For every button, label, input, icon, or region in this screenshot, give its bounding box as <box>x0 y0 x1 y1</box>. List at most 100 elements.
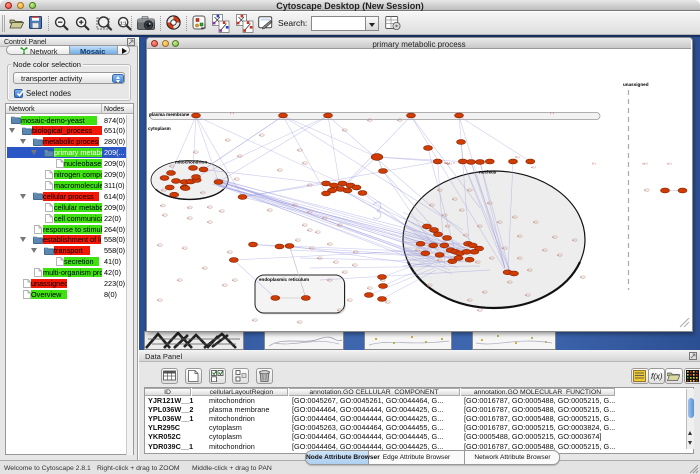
svg-text:x(-): x(-) <box>487 201 492 205</box>
svg-text:x(-): x(-) <box>367 286 372 290</box>
svg-text:x(-): x(-) <box>307 228 312 232</box>
svg-text:x(-): x(-) <box>552 235 557 239</box>
svg-text:x(-): x(-) <box>259 133 264 137</box>
svg-text:x(-): x(-) <box>267 208 272 212</box>
svg-text:x(-): x(-) <box>572 238 577 242</box>
svg-text:x(-): x(-) <box>232 278 237 282</box>
svg-text:x(-): x(-) <box>307 210 312 214</box>
svg-text:x(-): x(-) <box>429 203 434 207</box>
svg-text:g(-): g(-) <box>447 161 452 165</box>
svg-text:x(-): x(-) <box>482 290 487 294</box>
svg-text:x(-): x(-) <box>177 278 182 282</box>
svg-text:x(-): x(-) <box>302 161 307 165</box>
svg-text:x(-): x(-) <box>309 246 314 250</box>
svg-text:x(-): x(-) <box>507 280 512 284</box>
svg-text:x(-): x(-) <box>252 318 257 322</box>
svg-text:e(-): e(-) <box>531 165 536 169</box>
svg-text:x(-): x(-) <box>497 220 502 224</box>
svg-text:x(-): x(-) <box>475 260 480 264</box>
svg-text:x(-): x(-) <box>292 203 297 207</box>
svg-text:x(-): x(-) <box>337 223 342 227</box>
svg-text:x(-): x(-) <box>193 150 198 154</box>
svg-text:x(-): x(-) <box>557 253 562 257</box>
svg-text:x(-): x(-) <box>644 188 649 192</box>
svg-text:x(-): x(-) <box>427 283 432 287</box>
svg-text:x(-): x(-) <box>452 197 457 201</box>
svg-text:x(-): x(-) <box>187 205 192 209</box>
svg-text:x(-): x(-) <box>342 270 347 274</box>
svg-text:x(-): x(-) <box>517 234 522 238</box>
svg-text:x(-): x(-) <box>542 248 547 252</box>
svg-text:x(-): x(-) <box>525 293 530 297</box>
svg-text:nucleus: nucleus <box>479 169 497 174</box>
svg-text:x(-): x(-) <box>207 205 212 209</box>
svg-text:r(-): r(-) <box>482 161 486 165</box>
svg-text:x(-): x(-) <box>437 188 442 192</box>
svg-text:x(-): x(-) <box>322 216 327 220</box>
svg-text:x(-): x(-) <box>302 223 307 227</box>
svg-text:unassigned: unassigned <box>623 82 649 87</box>
svg-text:x(-): x(-) <box>342 128 347 132</box>
svg-text:x(-): x(-) <box>437 258 442 262</box>
svg-text:x(-): x(-) <box>200 190 205 194</box>
svg-text:[...]: [...] <box>230 111 234 115</box>
svg-text:cytoplasm: cytoplasm <box>148 126 171 131</box>
svg-text:x(-): x(-) <box>297 148 302 152</box>
svg-text:x(-): x(-) <box>517 256 522 260</box>
svg-text:x(-): x(-) <box>459 208 464 212</box>
svg-text:mitochondrion: mitochondrion <box>175 159 207 164</box>
svg-text:x(-): x(-) <box>367 118 372 122</box>
svg-text:x(-): x(-) <box>352 263 357 267</box>
svg-text:1:1: 1:1 <box>120 20 127 25</box>
svg-text:x(-): x(-) <box>187 216 192 220</box>
svg-text:f(x): f(x) <box>651 372 663 381</box>
svg-text:x(-): x(-) <box>162 213 167 217</box>
svg-text:x(-): x(-) <box>327 242 332 246</box>
svg-text:x(-): x(-) <box>353 250 358 254</box>
svg-text:x(-): x(-) <box>445 224 450 228</box>
svg-text:x(-): x(-) <box>502 246 507 250</box>
svg-text:x(-): x(-) <box>580 275 585 279</box>
svg-text:x(-): x(-) <box>202 266 207 270</box>
svg-text:x(-): x(-) <box>315 230 320 234</box>
svg-text:endoplasmic reticulum: endoplasmic reticulum <box>259 277 309 282</box>
svg-text:x(-): x(-) <box>527 268 532 272</box>
svg-text:plasma membrane: plasma membrane <box>149 112 190 117</box>
svg-text:x(-): x(-) <box>467 298 472 302</box>
svg-text:x(-): x(-) <box>219 209 224 213</box>
svg-text:x(-): x(-) <box>222 283 227 287</box>
svg-text:s(-): s(-) <box>667 161 672 165</box>
svg-text:x(-): x(-) <box>182 246 187 250</box>
svg-text:h(-): h(-) <box>515 155 520 159</box>
svg-text:x(-): x(-) <box>397 118 402 122</box>
svg-text:x(-): x(-) <box>477 308 482 312</box>
svg-text:x(-): x(-) <box>307 183 312 187</box>
svg-text:x(-): x(-) <box>157 298 162 302</box>
svg-text:x(-): x(-) <box>415 248 420 252</box>
svg-text:x(-): x(-) <box>337 308 342 312</box>
svg-text:x(-): x(-) <box>297 320 302 324</box>
svg-text:x(-): x(-) <box>295 238 300 242</box>
svg-text:x(-): x(-) <box>347 298 352 302</box>
svg-text:x(-): x(-) <box>533 220 538 224</box>
svg-text:[...]: [...] <box>550 111 554 115</box>
svg-text:x(-): x(-) <box>467 188 472 192</box>
svg-text:x(-): x(-) <box>277 168 282 172</box>
svg-text:m(-): m(-) <box>642 161 648 165</box>
svg-text:x(-): x(-) <box>234 177 239 181</box>
svg-text:x(-): x(-) <box>160 203 165 207</box>
svg-text:x(-): x(-) <box>237 154 242 158</box>
svg-text:x(-): x(-) <box>227 250 232 254</box>
svg-text:x(-): x(-) <box>157 243 162 247</box>
svg-text:x(-): x(-) <box>317 256 322 260</box>
svg-text:x(-): x(-) <box>327 278 332 282</box>
svg-text:x(-): x(-) <box>207 220 212 224</box>
svg-text:x(-): x(-) <box>161 188 166 192</box>
svg-text:x(-): x(-) <box>489 256 494 260</box>
svg-text:x(-): x(-) <box>512 215 517 219</box>
svg-text:x(-): x(-) <box>463 233 468 237</box>
svg-text:x(-): x(-) <box>225 138 230 142</box>
svg-text:x(-): x(-) <box>477 224 482 228</box>
svg-text:x(-): x(-) <box>333 260 338 264</box>
svg-text:x(-): x(-) <box>169 164 174 168</box>
